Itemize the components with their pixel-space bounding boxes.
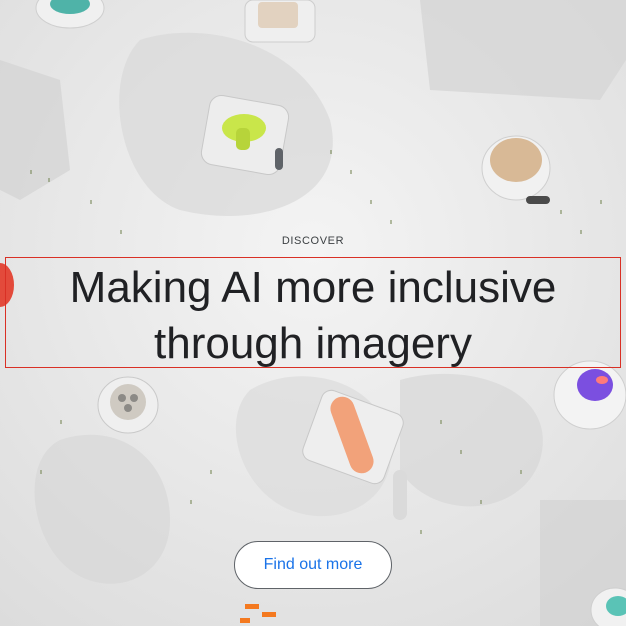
hero-headline: Making AI more inclusive through imagery [0, 260, 626, 372]
headline-line-1: Making AI more inclusive [69, 263, 557, 312]
headline-line-2: through imagery [154, 319, 472, 368]
eyebrow-label: DISCOVER [281, 235, 345, 247]
hero-banner: DISCOVER Making AI more inclusive throug… [0, 0, 626, 626]
find-out-more-button[interactable]: Find out more [234, 541, 392, 589]
